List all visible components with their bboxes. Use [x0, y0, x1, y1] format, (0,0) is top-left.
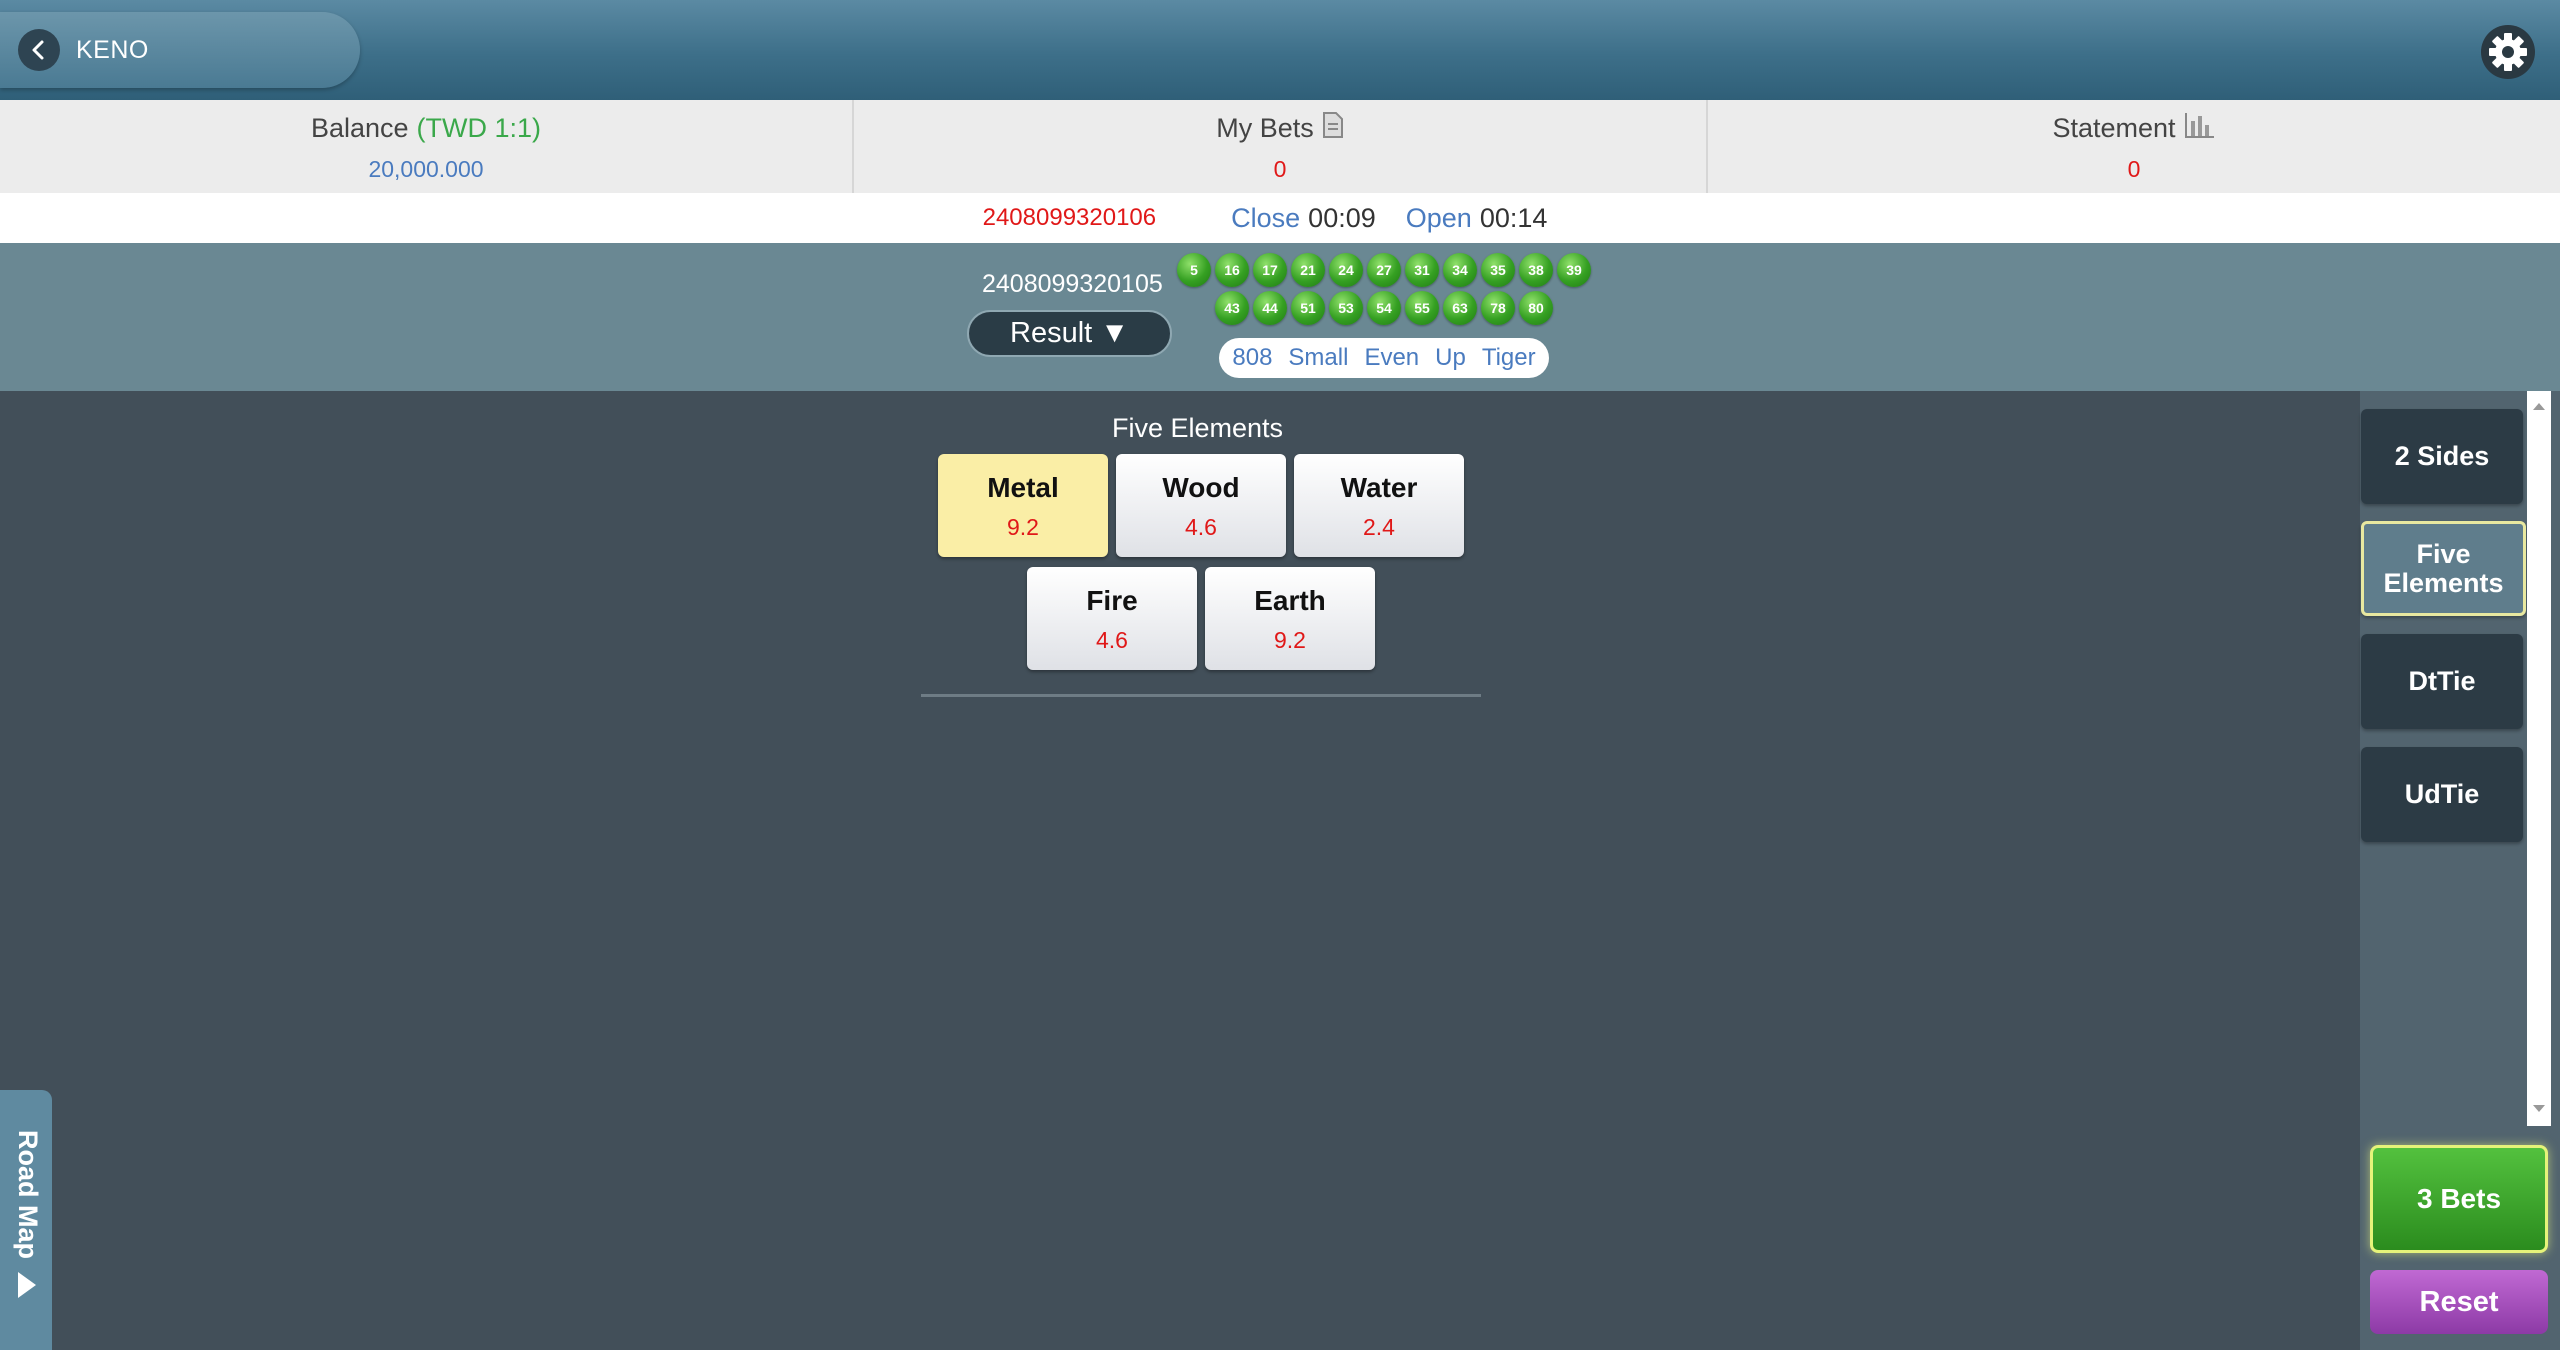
page-title: KENO [76, 35, 149, 64]
result-ball: 55 [1405, 291, 1439, 325]
open-countdown: 00:14 [1479, 202, 1548, 233]
bet-option-earth[interactable]: Earth 9.2 [1205, 567, 1375, 670]
summary-updown: Up [1435, 344, 1466, 371]
result-ball: 5 [1177, 253, 1211, 287]
result-ball: 43 [1215, 291, 1249, 325]
place-bets-button[interactable]: 3 Bets [2370, 1145, 2548, 1253]
play-arrow-icon [16, 1270, 38, 1305]
tab-dttie[interactable]: DtTie [2361, 634, 2523, 729]
result-ball: 21 [1291, 253, 1325, 287]
statement-label: Statement [2052, 112, 2176, 143]
result-ball: 54 [1367, 291, 1401, 325]
document-icon [1322, 111, 1344, 146]
road-map-tab[interactable]: Road Map [0, 1090, 52, 1350]
result-ball: 39 [1557, 253, 1591, 287]
bar-chart-icon [2184, 111, 2216, 146]
result-summary: 808 Small Even Up Tiger [1219, 338, 1549, 378]
bet-option-water[interactable]: Water 2.4 [1294, 454, 1464, 557]
sidebar-scrollbar[interactable] [2527, 391, 2551, 1126]
result-ball: 27 [1367, 253, 1401, 287]
my-bets-value: 0 [1273, 156, 1287, 182]
bet-option-wood[interactable]: Wood 4.6 [1116, 454, 1286, 557]
current-draw-number: 2408099320106 [982, 204, 1157, 231]
result-ball: 16 [1215, 253, 1249, 287]
top-bar: KENO [0, 0, 2560, 100]
balance-value: 20,000.000 [368, 156, 484, 182]
tab-udtie[interactable]: UdTie [2361, 747, 2523, 842]
road-map-label: Road Map [13, 1130, 43, 1260]
result-ball: 38 [1519, 253, 1553, 287]
balance-label: Balance [310, 112, 409, 143]
bet-name: Earth [1254, 585, 1326, 616]
result-ball: 44 [1253, 291, 1287, 325]
result-ball: 78 [1481, 291, 1515, 325]
reset-button[interactable]: Reset [2370, 1270, 2548, 1334]
bet-name: Water [1340, 472, 1418, 503]
previous-draw-number: 2408099320105 [982, 270, 1163, 298]
scroll-down-icon [2533, 1105, 2545, 1112]
bet-name: Wood [1162, 472, 1240, 503]
summary-sum: 808 [1232, 344, 1273, 371]
my-bets-label: My Bets [1216, 112, 1314, 143]
result-ball: 34 [1443, 253, 1477, 287]
open-label: Open [1405, 202, 1472, 233]
result-ball: 35 [1481, 253, 1515, 287]
summary-dragon-tiger: Tiger [1481, 344, 1536, 371]
bet-name: Fire [1086, 585, 1138, 616]
back-button[interactable]: KENO [0, 12, 360, 88]
chevron-left-icon [18, 29, 60, 71]
bet-odds: 4.6 [1096, 627, 1128, 653]
statement-value: 0 [2127, 156, 2141, 182]
result-ball: 17 [1253, 253, 1287, 287]
summary-parity: Even [1364, 344, 1420, 371]
bet-odds: 4.6 [1185, 514, 1217, 540]
my-bets-cell[interactable]: My Bets 0 [854, 100, 1708, 193]
result-ball: 31 [1405, 253, 1439, 287]
statement-cell[interactable]: Statement 0 [1708, 100, 2560, 193]
bet-option-fire[interactable]: Fire 4.6 [1027, 567, 1197, 670]
close-label: Close [1231, 202, 1301, 233]
result-ball: 53 [1329, 291, 1363, 325]
balance-cell: Balance (TWD 1:1) 20,000.000 [0, 100, 854, 193]
tab-five-elements[interactable]: Five Elements [2361, 521, 2526, 616]
bet-name: Metal [987, 472, 1059, 503]
bet-odds: 9.2 [1007, 514, 1039, 540]
section-title: Five Elements [1112, 413, 1284, 443]
draw-timer-row: 2408099320106 Close 00:09 Open 00:14 [0, 193, 2560, 243]
bet-option-metal[interactable]: Metal 9.2 [938, 454, 1108, 557]
account-info-row: Balance (TWD 1:1) 20,000.000 My Bets 0 S… [0, 100, 2560, 193]
last-result-strip: 2408099320105 Result ▼ 5 16 17 21 24 27 31 34 35… [0, 243, 2560, 391]
tab-2-sides[interactable]: 2 Sides [2361, 409, 2523, 504]
result-ball: 24 [1329, 253, 1363, 287]
gear-icon[interactable] [2480, 24, 2536, 80]
result-dropdown-button[interactable]: Result ▼ [967, 310, 1172, 357]
bet-odds: 9.2 [1274, 627, 1306, 653]
summary-size: Small [1288, 344, 1349, 371]
result-ball: 63 [1443, 291, 1477, 325]
result-ball: 51 [1291, 291, 1325, 325]
section-divider [921, 694, 1481, 697]
result-ball: 80 [1519, 291, 1553, 325]
scroll-up-icon [2533, 403, 2545, 410]
close-countdown: 00:09 [1308, 202, 1376, 233]
bet-odds: 2.4 [1363, 514, 1395, 540]
currency-rate: (TWD 1:1) [416, 112, 542, 143]
